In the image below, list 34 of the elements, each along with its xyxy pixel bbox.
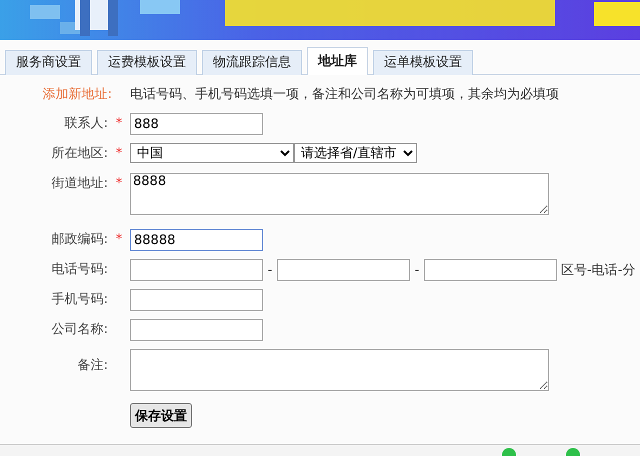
field-label: 电话号码:: [50, 261, 108, 279]
tab[interactable]: 运单模板设置: [373, 50, 473, 75]
dropdown[interactable]: 中国: [130, 143, 294, 163]
phone-field[interactable]: [130, 259, 263, 281]
field-label: 街道地址:: [50, 175, 108, 193]
field-label: 手机号码:: [50, 291, 108, 309]
text-area[interactable]: [130, 349, 549, 391]
required-mark: *: [114, 115, 124, 133]
tab[interactable]: 物流跟踪信息: [202, 50, 302, 75]
phone-field[interactable]: [277, 259, 410, 281]
field-label: 邮政编码:: [50, 231, 108, 249]
dash-separator: -: [266, 262, 274, 278]
required-mark: *: [114, 175, 124, 193]
phone-field[interactable]: [424, 259, 557, 281]
field-label: 备注:: [76, 357, 108, 375]
field-label: 联系人:: [64, 115, 108, 133]
dropdown[interactable]: 请选择省/直辖市: [294, 143, 417, 163]
form-heading: 添加新地址:: [42, 86, 112, 104]
text-field[interactable]: [130, 289, 263, 311]
phone-format-hint: 区号-电话-分: [561, 262, 636, 279]
tab[interactable]: 服务商设置: [5, 50, 92, 75]
text-field[interactable]: [130, 319, 263, 341]
tab[interactable]: 运费模板设置: [97, 50, 197, 75]
required-mark: *: [114, 145, 124, 163]
save-button[interactable]: 保存设置: [130, 403, 192, 428]
tab[interactable]: 地址库: [307, 47, 368, 75]
form-notice: 电话号码、手机号码选填一项，备注和公司名称为可填项，其余均为必填项: [130, 86, 560, 104]
text-field[interactable]: 888: [130, 113, 263, 135]
dash-separator: -: [414, 262, 420, 278]
field-label: 所在地区:: [50, 145, 108, 163]
field-label: 公司名称:: [50, 321, 108, 339]
text-area[interactable]: 8888: [130, 173, 549, 215]
text-field[interactable]: 88888: [130, 229, 263, 251]
required-mark: *: [114, 231, 124, 249]
